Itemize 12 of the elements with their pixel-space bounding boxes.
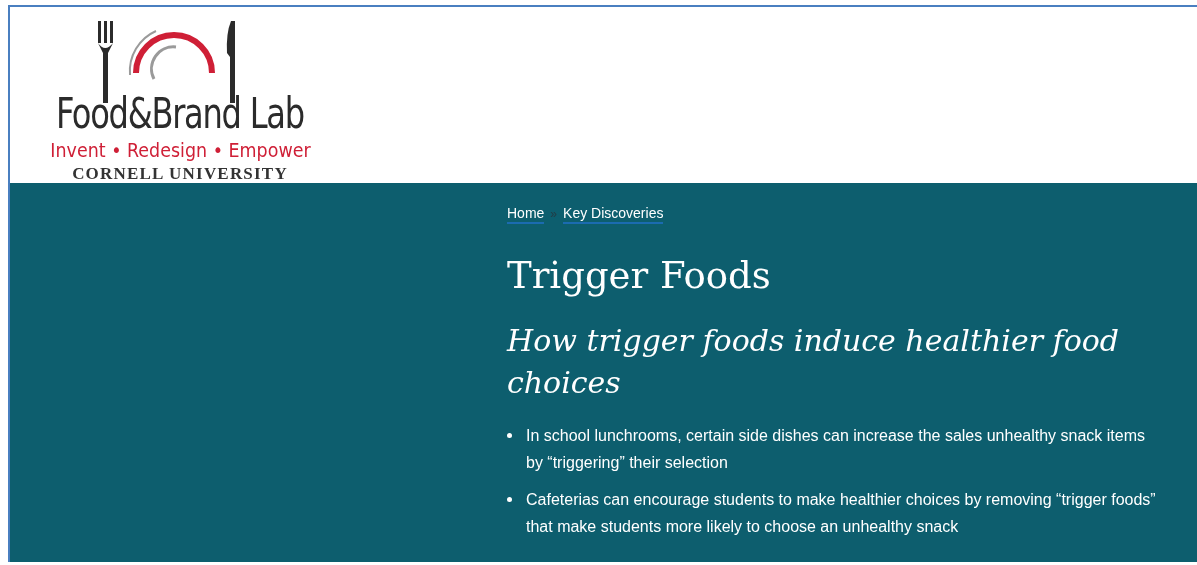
bullet-dot-icon — [507, 497, 512, 503]
logo-name: Food&Brand Lab — [56, 93, 304, 135]
page-title: Trigger Foods — [507, 254, 772, 299]
bullet-text: Cafeterias can encourage students to make healthier choices by removing “trigger foods” that make students more likely to choose an unhealthy snack — [526, 490, 1157, 538]
university-name: CORNELL UNIVERSITY — [72, 164, 288, 184]
bullet-dot-icon — [507, 433, 512, 439]
logo-tagline: Invent • Redesign • Empower — [49, 139, 311, 161]
breadcrumb-link[interactable]: Key Discoveries — [563, 205, 664, 224]
breadcrumb-separator: » — [550, 207, 558, 221]
breadcrumb-link[interactable]: Home — [507, 205, 545, 224]
page-subtitle: How trigger foods induce healthier food choices — [507, 322, 1120, 403]
bullet-text: In school lunchrooms, certain side dishes can increase the sales unhealthy snack items by “triggering” their selection — [526, 426, 1146, 474]
